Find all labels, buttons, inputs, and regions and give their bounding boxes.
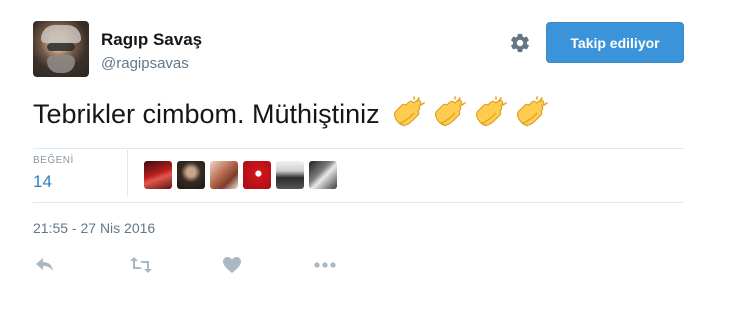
more-icon[interactable] xyxy=(313,254,337,276)
likes-label: BEĞENİ xyxy=(33,155,74,166)
user-name[interactable]: Ragıp Savaş xyxy=(101,30,202,50)
clapping-hands-icon xyxy=(434,96,466,127)
liker-avatar[interactable] xyxy=(144,161,172,189)
avatar-beard xyxy=(47,55,75,73)
clapping-hands-icon xyxy=(516,96,548,127)
retweet-icon[interactable] xyxy=(129,254,153,276)
stats-divider-bottom xyxy=(33,202,683,203)
liker-avatar[interactable] xyxy=(243,161,271,189)
gear-icon[interactable] xyxy=(509,32,531,54)
clapping-hands-icon xyxy=(393,96,425,127)
liker-avatar[interactable] xyxy=(276,161,304,189)
like-icon[interactable] xyxy=(220,254,244,276)
reply-icon[interactable] xyxy=(33,254,57,276)
likes-count[interactable]: 14 xyxy=(33,172,52,192)
liker-avatar[interactable] xyxy=(210,161,238,189)
tweet-text-content: Tebrikler cimbom. Müthiştiniz xyxy=(33,98,380,129)
liker-avatar[interactable] xyxy=(309,161,337,189)
following-button[interactable]: Takip ediliyor xyxy=(546,22,684,63)
likers-list xyxy=(144,161,337,189)
liker-avatar[interactable] xyxy=(177,161,205,189)
tweet-card: Ragıp Savaş @ragipsavas Takip ediliyor T… xyxy=(0,0,730,315)
user-handle[interactable]: @ragipsavas xyxy=(101,55,189,72)
avatar-glasses xyxy=(47,43,75,51)
tweet-text: Tebrikler cimbom. Müthiştiniz xyxy=(33,96,549,132)
stats-divider-top xyxy=(33,148,683,149)
avatar-hair xyxy=(41,25,81,43)
clapping-hands-icon xyxy=(475,96,507,127)
tweet-timestamp[interactable]: 21:55 - 27 Nis 2016 xyxy=(33,220,155,236)
avatar[interactable] xyxy=(33,21,89,77)
stats-vertical-divider xyxy=(127,150,128,196)
